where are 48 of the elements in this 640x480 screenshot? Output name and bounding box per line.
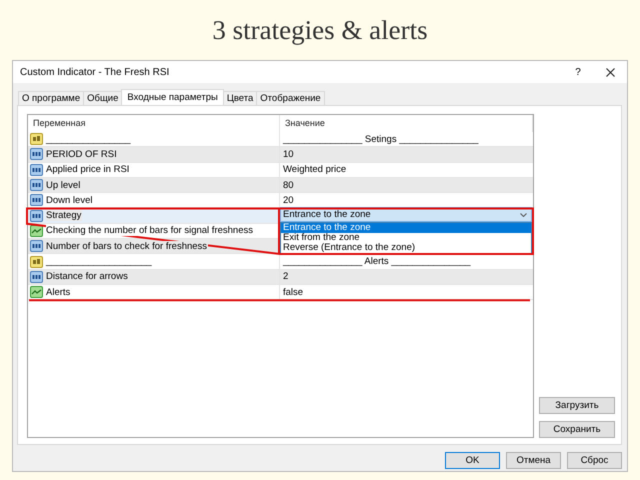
number-type-icon	[30, 179, 43, 192]
dropdown-option[interactable]: Reverse (Entrance to the zone)	[281, 243, 531, 254]
parameter-name: Checking the number of bars for signal freshness	[46, 225, 254, 236]
side-button[interactable]: Сохранить	[539, 421, 615, 438]
parameter-value: 20	[283, 194, 294, 206]
chart-icon	[30, 286, 43, 298]
parameter-name: Strategy	[46, 210, 82, 222]
tab[interactable]: Отображение	[256, 91, 325, 105]
number-type-icon	[30, 240, 43, 252]
parameter-name: Applied price in RSI	[46, 164, 130, 176]
column-header: Переменная	[28, 115, 280, 132]
number-type-icon	[30, 148, 43, 160]
number-type-icon	[30, 210, 43, 222]
parameter-name: PERIOD OF RSI	[46, 148, 118, 160]
close-icon[interactable]	[606, 68, 614, 76]
column-header: Значение	[280, 115, 533, 132]
parameter-value: 80	[283, 180, 294, 191]
number-type-icon	[30, 194, 43, 206]
tab[interactable]: О программе	[18, 91, 84, 105]
dialog-button[interactable]: OK	[445, 452, 500, 469]
tab[interactable]: Входные параметры	[121, 89, 224, 105]
dropdown-option[interactable]: Exit from the zone	[281, 233, 531, 244]
parameter-value: Weighted price	[283, 164, 346, 176]
parameter-name: Up level	[46, 180, 82, 191]
number-type-icon	[30, 164, 43, 176]
dialog-button[interactable]: Отмена	[506, 452, 561, 469]
text-type-icon	[30, 256, 43, 268]
help-button[interactable]: ?	[563, 66, 593, 78]
parameter-value: 10	[283, 148, 294, 160]
chart-icon	[30, 224, 43, 237]
parameter-value: 2	[283, 271, 288, 282]
parameter-value: _______________ Setings _______________	[283, 134, 478, 145]
tab[interactable]: Цвета	[222, 91, 258, 105]
side-button[interactable]: Загрузить	[539, 397, 615, 414]
dropdown-option[interactable]: Entrance to the zone	[281, 223, 531, 234]
caret-icon	[520, 212, 527, 217]
parameter-name: Number of bars to check for freshness	[46, 240, 208, 252]
parameter-name: Distance for arrows	[46, 271, 129, 282]
parameter-name: Down level	[46, 194, 94, 206]
headline: 3 strategies & alerts	[212, 14, 428, 46]
tab[interactable]: Общие	[83, 91, 122, 105]
window-title: Custom Indicator - The Fresh RSI	[20, 66, 170, 78]
dialog-button[interactable]: Сброс	[567, 452, 622, 469]
text-type-icon	[30, 133, 43, 146]
parameter-value: false	[283, 286, 304, 298]
parameter-name: Alerts	[46, 286, 72, 298]
parameter-value: _______________ Alerts _______________	[283, 256, 471, 268]
number-type-icon	[30, 270, 43, 283]
